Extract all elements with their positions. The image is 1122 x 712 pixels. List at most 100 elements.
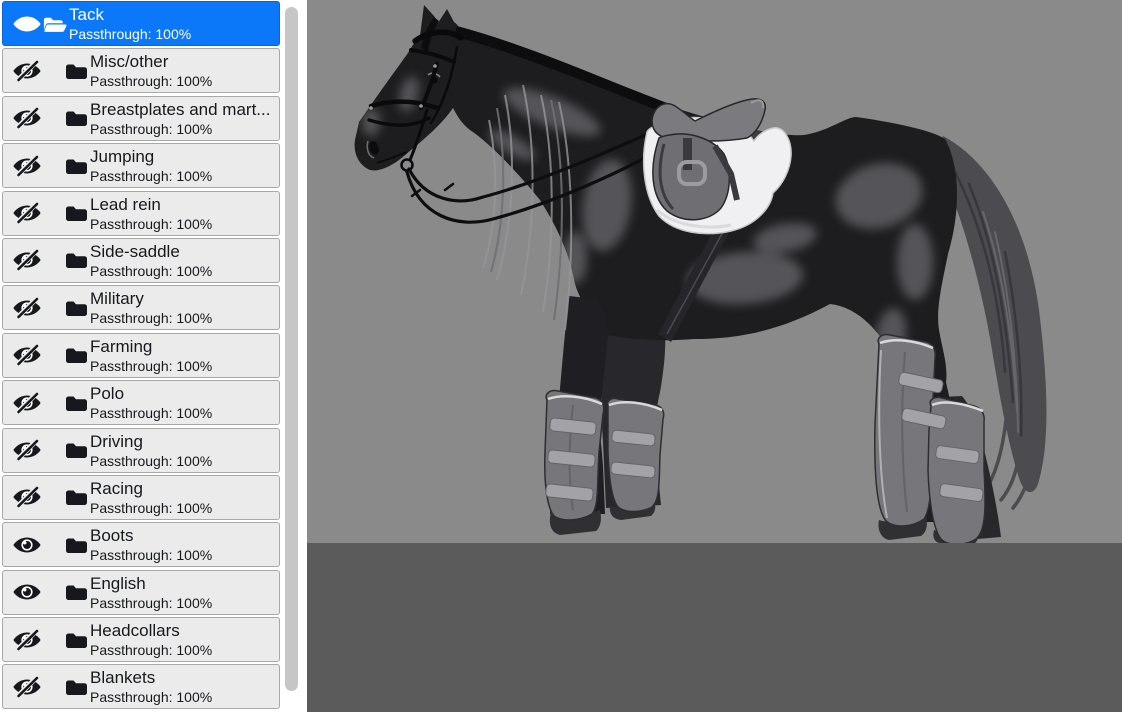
- visibility-toggle[interactable]: [12, 628, 42, 652]
- layer-row[interactable]: Boots Passthrough: 100%: [2, 522, 280, 568]
- layer-info: Passthrough: 100%: [69, 26, 192, 42]
- layer-info: Passthrough: 100%: [90, 168, 213, 185]
- visibility-toggle[interactable]: [12, 675, 42, 699]
- layer-texts: Side-saddle Passthrough: 100%: [90, 241, 276, 281]
- layer-texts: Racing Passthrough: 100%: [90, 478, 276, 518]
- folder-closed-icon: [66, 538, 87, 553]
- visibility-toggle[interactable]: [12, 391, 42, 415]
- visibility-toggle[interactable]: [12, 59, 42, 83]
- eye-slash-icon: [13, 438, 41, 462]
- visibility-toggle[interactable]: [12, 12, 42, 36]
- folder-icon: [42, 14, 67, 34]
- layer-row[interactable]: Headcollars Passthrough: 100%: [2, 617, 280, 663]
- layer-name: Tack: [69, 5, 104, 24]
- layer-name: Racing: [90, 478, 143, 498]
- layer-row[interactable]: Misc/other Passthrough: 100%: [2, 48, 280, 94]
- layer-row[interactable]: Jumping Passthrough: 100%: [2, 143, 280, 189]
- folder-closed-icon: [66, 680, 87, 695]
- layer-row[interactable]: Farming Passthrough: 100%: [2, 332, 280, 378]
- folder-icon: [64, 440, 89, 460]
- folder-closed-icon: [66, 64, 87, 79]
- layer-row[interactable]: Polo Passthrough: 100%: [2, 380, 280, 426]
- folder-icon: [64, 298, 89, 318]
- layer-name: Lead rein: [90, 194, 161, 214]
- eye-slash-icon: [13, 154, 41, 177]
- folder-open-icon: [43, 17, 67, 32]
- folder-icon: [64, 630, 89, 650]
- folder-icon: [64, 582, 89, 602]
- layer-info: Passthrough: 100%: [90, 262, 213, 279]
- folder-closed-icon: [66, 348, 87, 364]
- visibility-toggle[interactable]: [12, 438, 42, 462]
- folder-closed-icon: [66, 111, 87, 127]
- layer-name: Polo: [90, 384, 125, 404]
- app-root: Tack Passthrough: 100% Misc/other Passth…: [0, 0, 1122, 712]
- layer-name: Blankets: [90, 668, 156, 688]
- scrollbar-track[interactable]: [282, 0, 307, 712]
- layer-name: Boots: [90, 526, 134, 546]
- layer-name: Jumping: [90, 147, 155, 167]
- layer-info: Passthrough: 100%: [90, 120, 213, 137]
- layer-row[interactable]: Racing Passthrough: 100%: [2, 474, 280, 520]
- layer-texts: Jumping Passthrough: 100%: [90, 146, 276, 186]
- layer-row[interactable]: Military Passthrough: 100%: [2, 285, 280, 331]
- visibility-toggle[interactable]: [12, 580, 42, 604]
- layer-info: Passthrough: 100%: [90, 405, 213, 422]
- visibility-toggle[interactable]: [12, 106, 42, 130]
- layer-name: Military: [90, 289, 144, 309]
- layer-row[interactable]: English Passthrough: 100%: [2, 569, 280, 615]
- layer-info: Passthrough: 100%: [90, 642, 213, 659]
- layer-row[interactable]: Lead rein Passthrough: 100%: [2, 190, 280, 236]
- eye-slash-icon: [13, 343, 41, 367]
- folder-icon: [64, 535, 89, 555]
- eye-slash-icon: [13, 59, 41, 83]
- horse-artwork: [354, 5, 1047, 543]
- layer-row[interactable]: Tack Passthrough: 100%: [2, 1, 280, 46]
- visibility-toggle[interactable]: [12, 343, 42, 367]
- layer-texts: Driving Passthrough: 100%: [90, 431, 276, 471]
- layer-texts: English Passthrough: 100%: [90, 573, 276, 613]
- layer-info: Passthrough: 100%: [90, 73, 213, 90]
- folder-icon: [64, 203, 89, 223]
- layer-texts: Lead rein Passthrough: 100%: [90, 194, 276, 234]
- layers-panel: Tack Passthrough: 100% Misc/other Passth…: [2, 0, 280, 710]
- layer-texts: Tack Passthrough: 100%: [69, 4, 276, 44]
- visibility-toggle[interactable]: [12, 533, 42, 557]
- visibility-toggle[interactable]: [12, 201, 42, 225]
- eye-slash-icon: [13, 675, 41, 699]
- folder-icon: [64, 156, 89, 176]
- visibility-toggle[interactable]: [12, 485, 42, 509]
- layer-info: Passthrough: 100%: [90, 310, 213, 327]
- folder-icon: [64, 345, 89, 365]
- eye-slash-icon: [13, 391, 41, 414]
- layer-texts: Blankets Passthrough: 100%: [90, 667, 276, 707]
- layer-texts: Breastplates and mart... Passthrough: 10…: [90, 99, 276, 139]
- eye-slash-icon: [13, 201, 41, 225]
- artboard[interactable]: [307, 0, 1122, 543]
- layer-row[interactable]: Breastplates and mart... Passthrough: 10…: [2, 95, 280, 141]
- canvas-pasteboard[interactable]: [307, 0, 1122, 712]
- folder-closed-icon: [66, 253, 87, 269]
- layer-row[interactable]: Driving Passthrough: 100%: [2, 427, 280, 473]
- layer-row[interactable]: Blankets Passthrough: 100%: [2, 664, 280, 710]
- eye-icon: [13, 16, 41, 31]
- layer-texts: Headcollars Passthrough: 100%: [90, 620, 276, 660]
- eye-slash-icon: [13, 296, 41, 320]
- eye-icon: [13, 584, 41, 600]
- eye-slash-icon: [13, 107, 41, 130]
- eye-slash-icon: [13, 628, 41, 651]
- layer-texts: Boots Passthrough: 100%: [90, 525, 276, 565]
- eye-icon: [13, 537, 41, 553]
- folder-icon: [64, 487, 89, 507]
- layer-row[interactable]: Side-saddle Passthrough: 100%: [2, 237, 280, 283]
- visibility-toggle[interactable]: [12, 248, 42, 272]
- folder-icon: [64, 677, 89, 697]
- folder-icon: [64, 250, 89, 270]
- layer-name: Breastplates and mart...: [90, 99, 271, 119]
- scrollbar-thumb[interactable]: [285, 7, 298, 691]
- layer-name: English: [90, 573, 146, 593]
- visibility-toggle[interactable]: [12, 154, 42, 178]
- eye-slash-icon: [13, 249, 41, 272]
- layer-name: Headcollars: [90, 621, 180, 641]
- visibility-toggle[interactable]: [12, 296, 42, 320]
